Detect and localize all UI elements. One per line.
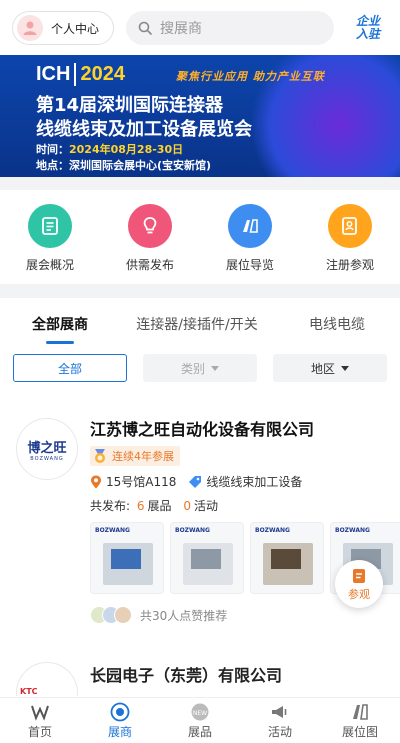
exhibitor-card[interactable]: 博之旺 BOZWANG 江苏博之旺自动化设备有限公司 连续4年参展 15号馆A1… xyxy=(0,396,400,654)
exhibit-years-badge: 连续4年参展 xyxy=(90,446,180,466)
quick-menu: 展会概况 供需发布 展位导览 注册参观 xyxy=(0,190,400,284)
filter-category-label: 类别 xyxy=(180,361,205,376)
products-count: 6 xyxy=(136,499,145,513)
svg-text:NEW: NEW xyxy=(193,710,207,717)
nav-floorplan[interactable]: 展位图 xyxy=(320,698,400,743)
nav-label: 展品 xyxy=(187,724,212,739)
quick-item-supply-demand[interactable]: 供需发布 xyxy=(100,190,200,284)
exhibitor-category: 线缆线束加工设备 xyxy=(206,475,303,489)
nav-home[interactable]: 首页 xyxy=(0,698,80,743)
product-thumbnail[interactable]: BOZWANG xyxy=(90,522,164,594)
search-placeholder: 搜展商 xyxy=(160,21,202,37)
filter-category-dropdown[interactable]: 类别 xyxy=(143,354,257,382)
quick-item-overview[interactable]: 展会概况 xyxy=(0,190,100,284)
exhibitor-logo-text: 博之旺 xyxy=(27,440,67,456)
bottom-nav: 首页 展商 NEW 展品 活动 展位图 xyxy=(0,697,400,743)
search-input[interactable]: 搜展商 xyxy=(126,11,334,45)
user-icon xyxy=(23,21,37,35)
medal-icon xyxy=(95,449,105,463)
home-icon xyxy=(30,702,50,722)
nav-products[interactable]: NEW 展品 xyxy=(160,698,240,743)
banner-slogan: 聚焦行业应用 助力产业互联 xyxy=(176,70,325,83)
chevron-down-icon xyxy=(211,365,219,371)
banner-brand: ICH xyxy=(36,63,77,86)
tab-connectors[interactable]: 连接器/接插件/开关 xyxy=(120,314,274,334)
nav-label: 展商 xyxy=(107,724,132,739)
product-thumbnail[interactable]: BOZWANG xyxy=(170,522,244,594)
filter-all-label: 全部 xyxy=(57,361,82,376)
quick-item-label: 供需发布 xyxy=(125,258,174,272)
filter-all-button[interactable]: 全部 xyxy=(13,354,127,382)
banner-logo: ICH 2024 xyxy=(36,63,125,86)
avatar xyxy=(114,606,132,624)
search-icon xyxy=(138,21,152,35)
quick-item-label: 展位导览 xyxy=(225,258,274,272)
product-icon: NEW xyxy=(190,702,210,722)
activities-count: 0 xyxy=(183,499,191,513)
likes-row: 共30人点赞推荐 xyxy=(90,606,227,624)
tag-icon xyxy=(189,475,202,488)
quick-item-register[interactable]: 注册参观 xyxy=(300,190,400,284)
nav-activities[interactable]: 活动 xyxy=(240,698,320,743)
avatar xyxy=(17,15,43,41)
quick-item-booth-guide[interactable]: 展位导览 xyxy=(200,190,300,284)
promo-banner[interactable]: ICH 2024 聚焦行业应用 助力产业互联 第14届深圳国际连接器 线缆线束及… xyxy=(0,55,400,177)
map-icon xyxy=(228,204,272,248)
nav-exhibitors[interactable]: 展商 xyxy=(80,698,160,743)
location-pin-icon xyxy=(91,475,101,488)
exhibitor-logo-text: KTC xyxy=(20,687,38,696)
register-icon xyxy=(328,204,372,248)
quick-item-label: 展会概况 xyxy=(25,258,74,272)
banner-place: 地点：深圳国际会展中心(宝安新馆) xyxy=(36,159,212,172)
user-center-label: 个人中心 xyxy=(51,21,100,36)
exhibitor-card[interactable]: KTC 长园电子（东莞）有限公司 xyxy=(0,656,400,696)
product-thumbnail[interactable]: BOZWANG xyxy=(250,522,324,594)
publish-count: 共发布: 6 展品 0 活动 xyxy=(90,499,219,513)
nav-label: 首页 xyxy=(27,724,52,739)
top-header: 个人中心 搜展商 企业 入驻 xyxy=(0,0,400,56)
banner-year: 2024 xyxy=(80,63,125,85)
lightbulb-icon xyxy=(128,204,172,248)
user-center-button[interactable]: 个人中心 xyxy=(12,11,114,45)
enterprise-join-button[interactable]: 企业 入驻 xyxy=(348,15,388,41)
nav-label: 活动 xyxy=(267,724,292,739)
likes-count-text: 共30人点赞推荐 xyxy=(140,608,228,623)
document-icon xyxy=(28,204,72,248)
banner-title-line1: 第14届深圳国际连接器 xyxy=(36,95,224,116)
booth-number: 15号馆A118 xyxy=(106,475,177,489)
exhibitor-name: 江苏博之旺自动化设备有限公司 xyxy=(90,420,315,439)
nav-label: 展位图 xyxy=(341,724,378,739)
exhibitor-logo-subtext: BOZWANG xyxy=(30,455,64,462)
chevron-down-icon xyxy=(341,365,349,371)
visit-floating-button[interactable]: 参观 xyxy=(335,560,383,608)
banner-title-line2: 线缆线束及加工设备展览会 xyxy=(36,119,252,140)
visit-label: 参观 xyxy=(348,587,370,601)
exhibitor-name: 长园电子（东莞）有限公司 xyxy=(90,666,283,685)
badge-label: 连续4年参展 xyxy=(112,450,174,463)
tab-wires-cables[interactable]: 电线电缆 xyxy=(274,314,400,334)
clipboard-icon xyxy=(353,568,365,583)
quick-item-label: 注册参观 xyxy=(325,258,374,272)
category-tabs: 全部展商 连接器/接插件/开关 电线电缆 xyxy=(0,298,400,350)
exhibitor-icon xyxy=(110,702,130,722)
activity-icon xyxy=(270,702,290,722)
filter-region-label: 地区 xyxy=(310,361,335,376)
join-label-line2: 入驻 xyxy=(355,27,380,41)
banner-time: 时间：2024年08月28-30日 xyxy=(36,143,184,156)
tab-all-exhibitors[interactable]: 全部展商 xyxy=(0,314,120,344)
exhibitor-logo: 博之旺 BOZWANG xyxy=(16,418,78,480)
floorplan-icon xyxy=(350,702,370,722)
filter-region-dropdown[interactable]: 地区 xyxy=(273,354,387,382)
filter-bar: 全部 类别 地区 xyxy=(0,354,400,382)
